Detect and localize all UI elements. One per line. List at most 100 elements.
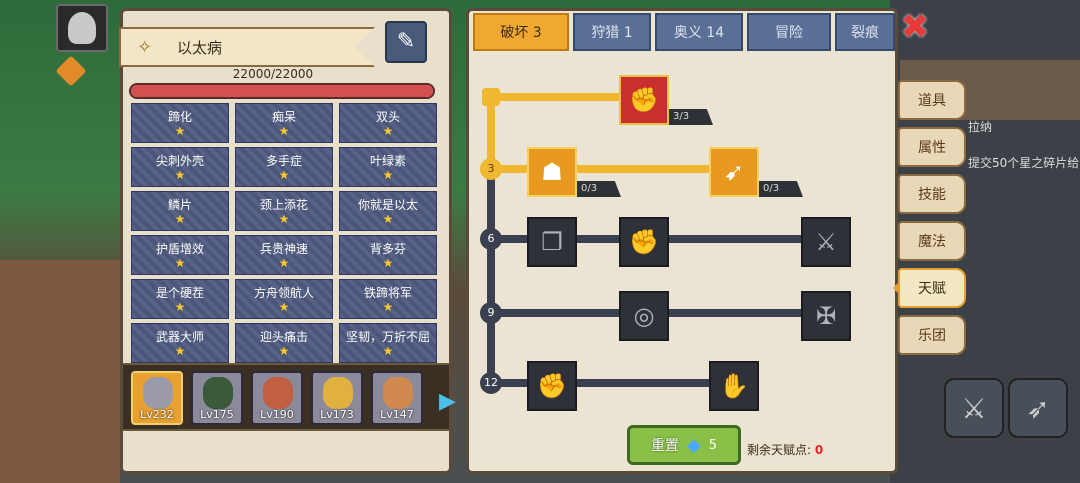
raised-fist-icon[interactable]: ✊ bbox=[527, 361, 577, 411]
star-icon: ★ bbox=[382, 168, 394, 182]
wings-icon: ✧ bbox=[137, 37, 153, 58]
card-swap-icon[interactable]: ❐ bbox=[527, 217, 577, 267]
hero-level: Lv232 bbox=[140, 408, 174, 421]
hero-portrait bbox=[203, 377, 233, 409]
talent-tree: 3 6 9 12 ✊ 3/3 ☗ 0/3 ➹ 0/3 ❐ ✊ ⚔ ◎ ✠ ✊ ✋ bbox=[469, 11, 895, 471]
trait-card[interactable]: 尖刺外壳 ★ bbox=[131, 147, 229, 187]
star-icon: ★ bbox=[278, 124, 290, 138]
trait-card[interactable]: 叶绿素 ★ bbox=[339, 147, 437, 187]
trait-card[interactable]: 方舟领航人 ★ bbox=[235, 279, 333, 319]
arm-wrestle-icon[interactable]: ✊ bbox=[619, 75, 669, 125]
points-label: 剩余天赋点: bbox=[747, 443, 812, 457]
trait-card[interactable]: 鳞片 ★ bbox=[131, 191, 229, 231]
star-icon: ★ bbox=[174, 344, 186, 358]
quill-icon[interactable]: ✎ bbox=[385, 21, 427, 63]
side-tab-1[interactable]: 属性 bbox=[898, 127, 966, 167]
team-strip: ▶ Lv232 Lv175 Lv190 Lv173 Lv147 bbox=[123, 363, 456, 431]
trait-name: 背多芬 bbox=[369, 242, 406, 256]
team-hero-slot[interactable]: Lv173 bbox=[311, 371, 363, 425]
trait-card[interactable]: 武器大师 ★ bbox=[131, 323, 229, 363]
npc-name-label: 拉纳 bbox=[968, 120, 993, 134]
trait-name: 你就是以太 bbox=[357, 198, 418, 212]
sword-slash-icon[interactable]: ⚔ bbox=[801, 217, 851, 267]
tree-row-1 bbox=[491, 93, 639, 101]
star-icon: ★ bbox=[174, 300, 186, 314]
next-arrow-icon[interactable]: ▶ bbox=[439, 389, 456, 414]
remaining-points: 剩余天赋点: 0 bbox=[747, 441, 823, 458]
star-icon: ★ bbox=[174, 212, 186, 226]
hero-level: Lv175 bbox=[200, 408, 234, 421]
trait-card[interactable]: 坚韧，万折不屈 ★ bbox=[339, 323, 437, 363]
trait-name: 武器大师 bbox=[155, 330, 204, 344]
close-icon[interactable]: ✖ bbox=[896, 10, 934, 48]
star-icon: ★ bbox=[382, 124, 394, 138]
star-icon: ★ bbox=[382, 300, 394, 314]
team-hero-slot[interactable]: Lv147 bbox=[371, 371, 423, 425]
trait-name: 尖刺外壳 bbox=[155, 154, 204, 168]
team-hero-slot[interactable]: Lv175 bbox=[191, 371, 243, 425]
tier-marker: 6 bbox=[480, 228, 502, 250]
trait-name: 蹄化 bbox=[167, 110, 192, 124]
arrow-burst-icon[interactable]: ➹ bbox=[709, 147, 759, 197]
side-tab-2[interactable]: 技能 bbox=[898, 174, 966, 214]
player-avatar[interactable] bbox=[56, 4, 108, 52]
hero-portrait bbox=[323, 377, 353, 409]
muscle-body-icon[interactable]: ☗ bbox=[527, 147, 577, 197]
trait-card[interactable]: 你就是以太 ★ bbox=[339, 191, 437, 231]
hero-portrait bbox=[383, 377, 413, 409]
trait-card[interactable]: 迎头痛击 ★ bbox=[235, 323, 333, 363]
tier-marker: 12 bbox=[480, 372, 502, 394]
trait-card[interactable]: 多手症 ★ bbox=[235, 147, 333, 187]
trait-card[interactable]: 兵贵神速 ★ bbox=[235, 235, 333, 275]
star-icon: ★ bbox=[278, 256, 290, 270]
trait-name: 痴呆 bbox=[271, 110, 296, 124]
reset-button[interactable]: 重置 ◆ 5 bbox=[627, 425, 741, 465]
hero-name: 以太病 bbox=[177, 39, 223, 57]
node-rank: 0/3 bbox=[577, 181, 621, 197]
star-icon: ★ bbox=[174, 124, 186, 138]
tier-marker: 9 bbox=[480, 302, 502, 324]
trait-name: 多手症 bbox=[265, 154, 302, 168]
trait-card[interactable]: 双头 ★ bbox=[339, 103, 437, 143]
tier-marker bbox=[482, 88, 500, 106]
trait-name: 是个硬茬 bbox=[155, 286, 204, 300]
diamond-icon: ◆ bbox=[686, 434, 701, 456]
side-tab-4[interactable]: 天赋 bbox=[893, 268, 966, 308]
trait-name: 迎头痛击 bbox=[259, 330, 308, 344]
talent-panel: 破坏 3 狩猎 1 奥义 14 冒险 裂痕 3 6 9 12 ✊ 3/3 ☗ 0/3 ➹ 0/3 ❐ ✊ ⚔ ◎ ✠… bbox=[466, 8, 898, 474]
star-icon: ★ bbox=[174, 256, 186, 270]
trait-card[interactable]: 铁蹄将军 ★ bbox=[339, 279, 437, 319]
trait-name: 颈上添花 bbox=[259, 198, 308, 212]
trait-card[interactable]: 背多芬 ★ bbox=[339, 235, 437, 275]
side-tab-0[interactable]: 道具 bbox=[898, 80, 966, 120]
hp-bar bbox=[129, 83, 435, 99]
trait-card[interactable]: 护盾增效 ★ bbox=[131, 235, 229, 275]
reset-label: 重置 bbox=[650, 438, 679, 454]
vortex-icon[interactable]: ◎ bbox=[619, 291, 669, 341]
trait-grid: 蹄化 ★ 痴呆 ★ 双头 ★ 尖刺外壳 ★ 多手症 ★ 叶绿素 ★ 鳞片 ★ 颈上添花 ★ 你就是以太 ★ 护盾增效… bbox=[131, 103, 443, 363]
trait-card[interactable]: 颈上添花 ★ bbox=[235, 191, 333, 231]
side-tab-3[interactable]: 魔法 bbox=[898, 221, 966, 261]
hero-level: Lv190 bbox=[260, 408, 294, 421]
trait-card[interactable]: 是个硬茬 ★ bbox=[131, 279, 229, 319]
hero-panel: ✧ 以太病 ✎ 22000/22000 蹄化 ★ 痴呆 ★ 双头 ★ 尖刺外壳 ★ 多手症 ★ 叶绿… bbox=[119, 8, 456, 474]
trait-card[interactable]: 蹄化 ★ bbox=[131, 103, 229, 143]
sword-attack-icon[interactable]: ⚔ bbox=[944, 378, 1004, 438]
team-hero-slot[interactable]: Lv232 bbox=[131, 371, 183, 425]
gauntlet-icon[interactable]: ✋ bbox=[709, 361, 759, 411]
trait-name: 方舟领航人 bbox=[253, 286, 314, 300]
building-wall bbox=[0, 260, 120, 483]
side-tab-5[interactable]: 乐团 bbox=[898, 315, 966, 355]
team-hero-slot[interactable]: Lv190 bbox=[251, 371, 303, 425]
star-icon: ★ bbox=[382, 256, 394, 270]
trait-card[interactable]: 痴呆 ★ bbox=[235, 103, 333, 143]
fist-clash-icon[interactable]: ✊ bbox=[619, 217, 669, 267]
hero-level: Lv173 bbox=[320, 408, 354, 421]
star-icon: ★ bbox=[278, 168, 290, 182]
quest-text: 提交50个星之碎片给 bbox=[968, 156, 1080, 170]
hero-level: Lv147 bbox=[380, 408, 414, 421]
bat-wing-icon[interactable]: ✠ bbox=[801, 291, 851, 341]
trait-name: 兵贵神速 bbox=[259, 242, 308, 256]
bow-icon[interactable]: ➶ bbox=[1008, 378, 1068, 438]
hero-name-banner: ✧ 以太病 bbox=[119, 27, 375, 67]
